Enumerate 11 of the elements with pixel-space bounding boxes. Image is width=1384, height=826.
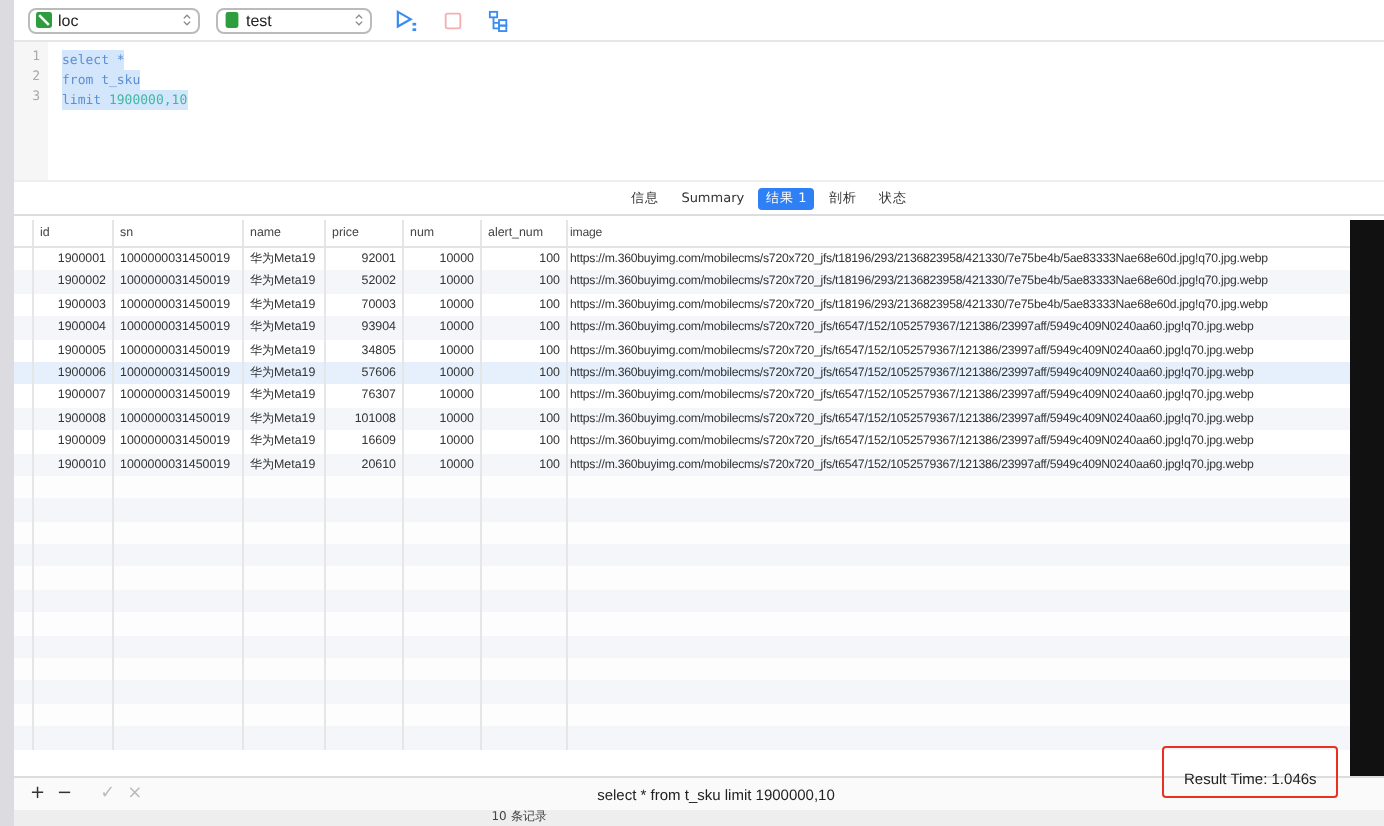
updown-icon: [354, 12, 364, 28]
connection-icon: [36, 12, 52, 28]
database-icon: [224, 12, 240, 28]
database-select[interactable]: test: [216, 7, 372, 33]
stop-icon[interactable]: [442, 9, 464, 31]
connection-select[interactable]: loc: [28, 7, 200, 33]
run-icon[interactable]: [396, 9, 418, 31]
footer-button[interactable]: +: [26, 784, 50, 804]
explain-icon[interactable]: [488, 9, 510, 31]
footer-button[interactable]: −: [53, 784, 77, 804]
updown-icon: [182, 12, 192, 28]
